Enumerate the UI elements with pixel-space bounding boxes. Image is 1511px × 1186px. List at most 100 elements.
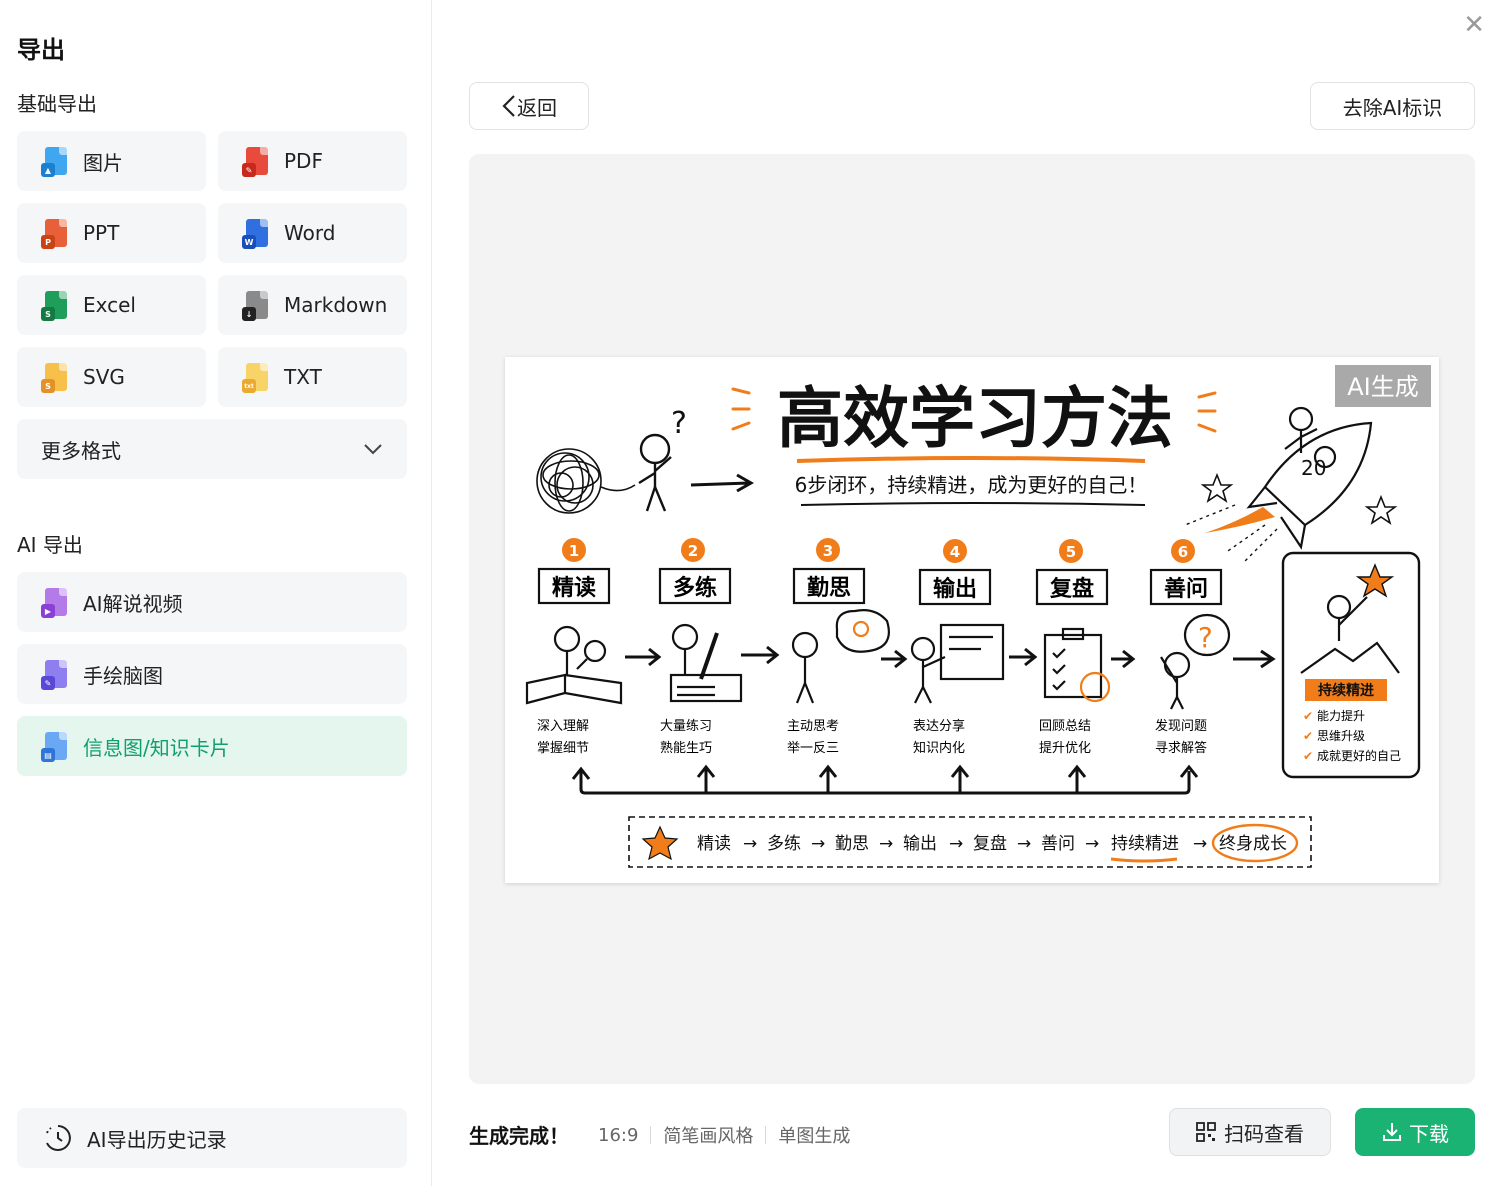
- step-bullet: 主动思考: [787, 719, 839, 734]
- step-bullet: 大量练习: [660, 719, 712, 734]
- txt-file-icon: txt: [242, 363, 268, 393]
- goal-title: 持续精进: [1318, 682, 1374, 699]
- format-label: Markdown: [284, 293, 388, 317]
- remove-ai-mark-button[interactable]: 去除AI标识: [1310, 82, 1475, 130]
- more-formats-dropdown[interactable]: 更多格式: [17, 419, 407, 479]
- tangle-doodle-icon: [536, 448, 636, 514]
- divider: [765, 1126, 767, 1144]
- flow-step: 多练: [767, 834, 801, 854]
- arrow-right-icon: →: [743, 834, 757, 854]
- format-label: Word: [284, 221, 336, 245]
- generation-status: 生成完成！: [469, 1124, 569, 1148]
- markdown-file-icon: ↓: [242, 291, 268, 321]
- flow-step: 善问: [1041, 834, 1075, 854]
- step-number: 5: [1066, 543, 1076, 561]
- format-excel[interactable]: S Excel: [17, 275, 206, 335]
- download-label: 下载: [1409, 1121, 1449, 1146]
- step-item: 2 多练 大量练习 熟能生巧: [658, 538, 732, 756]
- step-name: 输出: [933, 576, 977, 602]
- step-item: 1 精读 深入理解 掌握细节: [537, 538, 611, 756]
- basic-format-grid: ▲ 图片 ✎ PDF P PPT W Word S Excel ↓ Markdo…: [17, 131, 407, 407]
- star-icon: [1364, 494, 1398, 525]
- ai-watermark-text: AI生成: [1347, 373, 1419, 401]
- ask-question-icon: ?: [1160, 613, 1231, 710]
- divider: [650, 1126, 652, 1144]
- format-ppt[interactable]: P PPT: [17, 203, 206, 263]
- goal-item: 能力提升: [1317, 708, 1365, 723]
- step-name: 多练: [673, 575, 717, 601]
- format-image[interactable]: ▲ 图片: [17, 131, 206, 191]
- remove-ai-label: 去除AI标识: [1342, 95, 1443, 120]
- flow-banner: [628, 816, 1312, 868]
- flow-star-icon: [641, 825, 679, 861]
- back-button[interactable]: 返回: [469, 82, 589, 130]
- flow-step: 精读: [697, 834, 731, 854]
- ppt-file-icon: P: [41, 219, 67, 249]
- format-markdown[interactable]: ↓ Markdown: [218, 275, 407, 335]
- video-file-icon: ▶: [41, 588, 67, 618]
- presentation-board-icon: [910, 623, 1005, 704]
- goal-box: 持续精进 ✔ 能力提升 ✔ 思维升级 ✔ 成就更好的自己: [1281, 551, 1421, 779]
- arrow-right-icon: →: [879, 834, 893, 854]
- arrow-right-icon: →: [1085, 834, 1099, 854]
- step-name: 勤思: [807, 575, 851, 601]
- thinking-idea-icon: [791, 609, 890, 704]
- checklist-review-icon: [1043, 627, 1111, 703]
- step-item: 3 勤思 主动思考 举一反三: [787, 538, 866, 756]
- back-label: 返回: [517, 95, 557, 120]
- poster-subtitle: 6步闭环，持续精进，成为更好的自己！: [795, 473, 1148, 497]
- format-word[interactable]: W Word: [218, 203, 407, 263]
- step-number: 3: [823, 542, 833, 560]
- ai-export-heading: AI 导出: [17, 533, 83, 557]
- scan-qr-button[interactable]: 扫码查看: [1169, 1108, 1331, 1156]
- excel-file-icon: S: [41, 291, 67, 321]
- export-dialog: 导出 基础导出 ▲ 图片 ✎ PDF P PPT W Word S Excel: [0, 0, 1511, 1186]
- infographic-file-icon: ▤: [41, 732, 67, 762]
- download-icon: [1383, 1123, 1401, 1141]
- poster-canvas: 高效学习方法 6步闭环，持续精进，成为更好的自己！ ? AI生成 20 1 精读…: [525, 365, 1431, 868]
- aspect-ratio: 16:9: [598, 1124, 639, 1146]
- arrow-right-icon: [690, 473, 755, 493]
- mindmap-file-icon: ✎: [41, 660, 67, 690]
- check-icon: ✔: [1303, 709, 1313, 723]
- format-label: PPT: [83, 221, 120, 245]
- more-formats-label: 更多格式: [41, 438, 121, 463]
- chevron-left-icon: [502, 95, 515, 117]
- close-icon[interactable]: ✕: [1463, 10, 1485, 40]
- format-pdf[interactable]: ✎ PDF: [218, 131, 407, 191]
- format-label: TXT: [284, 365, 322, 389]
- step-bullet: 深入理解: [537, 719, 589, 734]
- arrow-right-icon: →: [1017, 834, 1031, 854]
- history-clock-icon: [46, 1125, 71, 1151]
- arrow-right-icon: →: [811, 834, 825, 854]
- arrow-right-icon: →: [1193, 834, 1207, 854]
- download-button[interactable]: 下载: [1355, 1108, 1475, 1156]
- arrow-right-icon: →: [949, 834, 963, 854]
- format-label: Excel: [83, 293, 136, 317]
- pdf-file-icon: ✎: [242, 147, 268, 177]
- ai-export-history-button[interactable]: AI导出历史记录: [17, 1108, 407, 1168]
- format-label: 图片: [83, 150, 123, 175]
- flow-step: 复盘: [973, 834, 1007, 854]
- format-txt[interactable]: txt TXT: [218, 347, 407, 407]
- step-item: 4 输出 表达分享 知识内化: [913, 539, 992, 756]
- ai-item-explain-video[interactable]: ▶ AI解说视频: [17, 572, 407, 632]
- ai-item-hand-drawn-mindmap[interactable]: ✎ 手绘脑图: [17, 644, 407, 704]
- flow-underline: [1110, 857, 1178, 863]
- step-number: 1: [569, 542, 579, 560]
- flow-step: 输出: [903, 834, 937, 854]
- ai-item-infographic[interactable]: ▤ 信息图/知识卡片: [17, 716, 407, 776]
- qr-code-icon: [1196, 1122, 1216, 1142]
- ai-item-label: 信息图/知识卡片: [83, 735, 230, 760]
- scan-label: 扫码查看: [1224, 1121, 1304, 1146]
- ai-item-label: AI解说视频: [83, 591, 183, 616]
- format-svg[interactable]: S SVG: [17, 347, 206, 407]
- history-label: AI导出历史记录: [87, 1127, 227, 1152]
- step-bullet: 回顾总结: [1039, 719, 1091, 734]
- step-number: 4: [950, 543, 960, 561]
- question-mark-icon: ?: [671, 406, 687, 441]
- step-bullet: 掌握细节: [537, 741, 589, 756]
- check-icon: ✔: [1303, 729, 1313, 743]
- ai-item-label: 手绘脑图: [83, 663, 163, 688]
- format-label: SVG: [83, 365, 125, 389]
